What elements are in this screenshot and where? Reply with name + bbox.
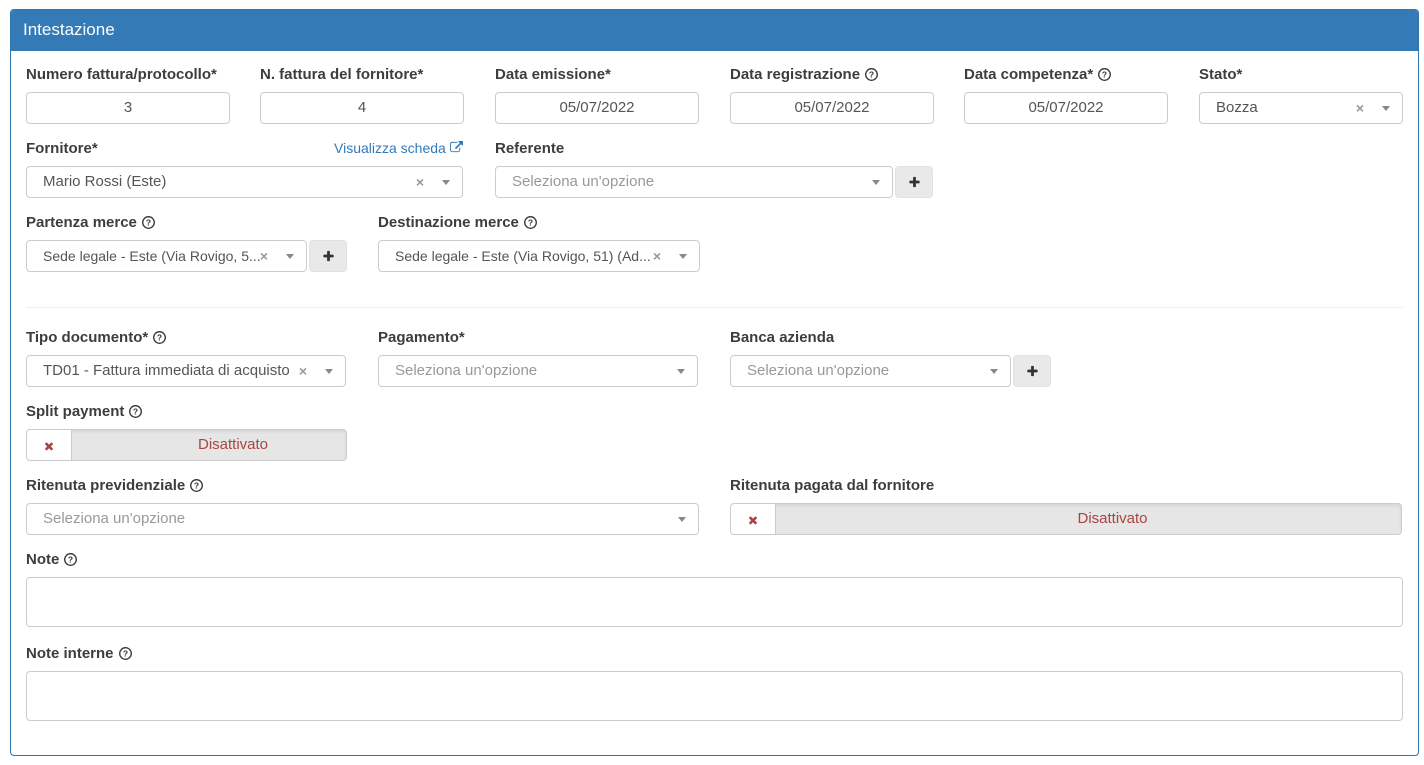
svg-text:?: ? bbox=[146, 217, 151, 227]
svg-text:?: ? bbox=[1102, 69, 1107, 79]
svg-text:?: ? bbox=[122, 648, 127, 658]
svg-text:?: ? bbox=[528, 217, 533, 227]
svg-text:?: ? bbox=[869, 69, 874, 79]
svg-text:?: ? bbox=[194, 480, 199, 490]
svg-text:?: ? bbox=[68, 554, 73, 564]
svg-text:?: ? bbox=[133, 406, 138, 416]
svg-text:?: ? bbox=[157, 332, 162, 342]
